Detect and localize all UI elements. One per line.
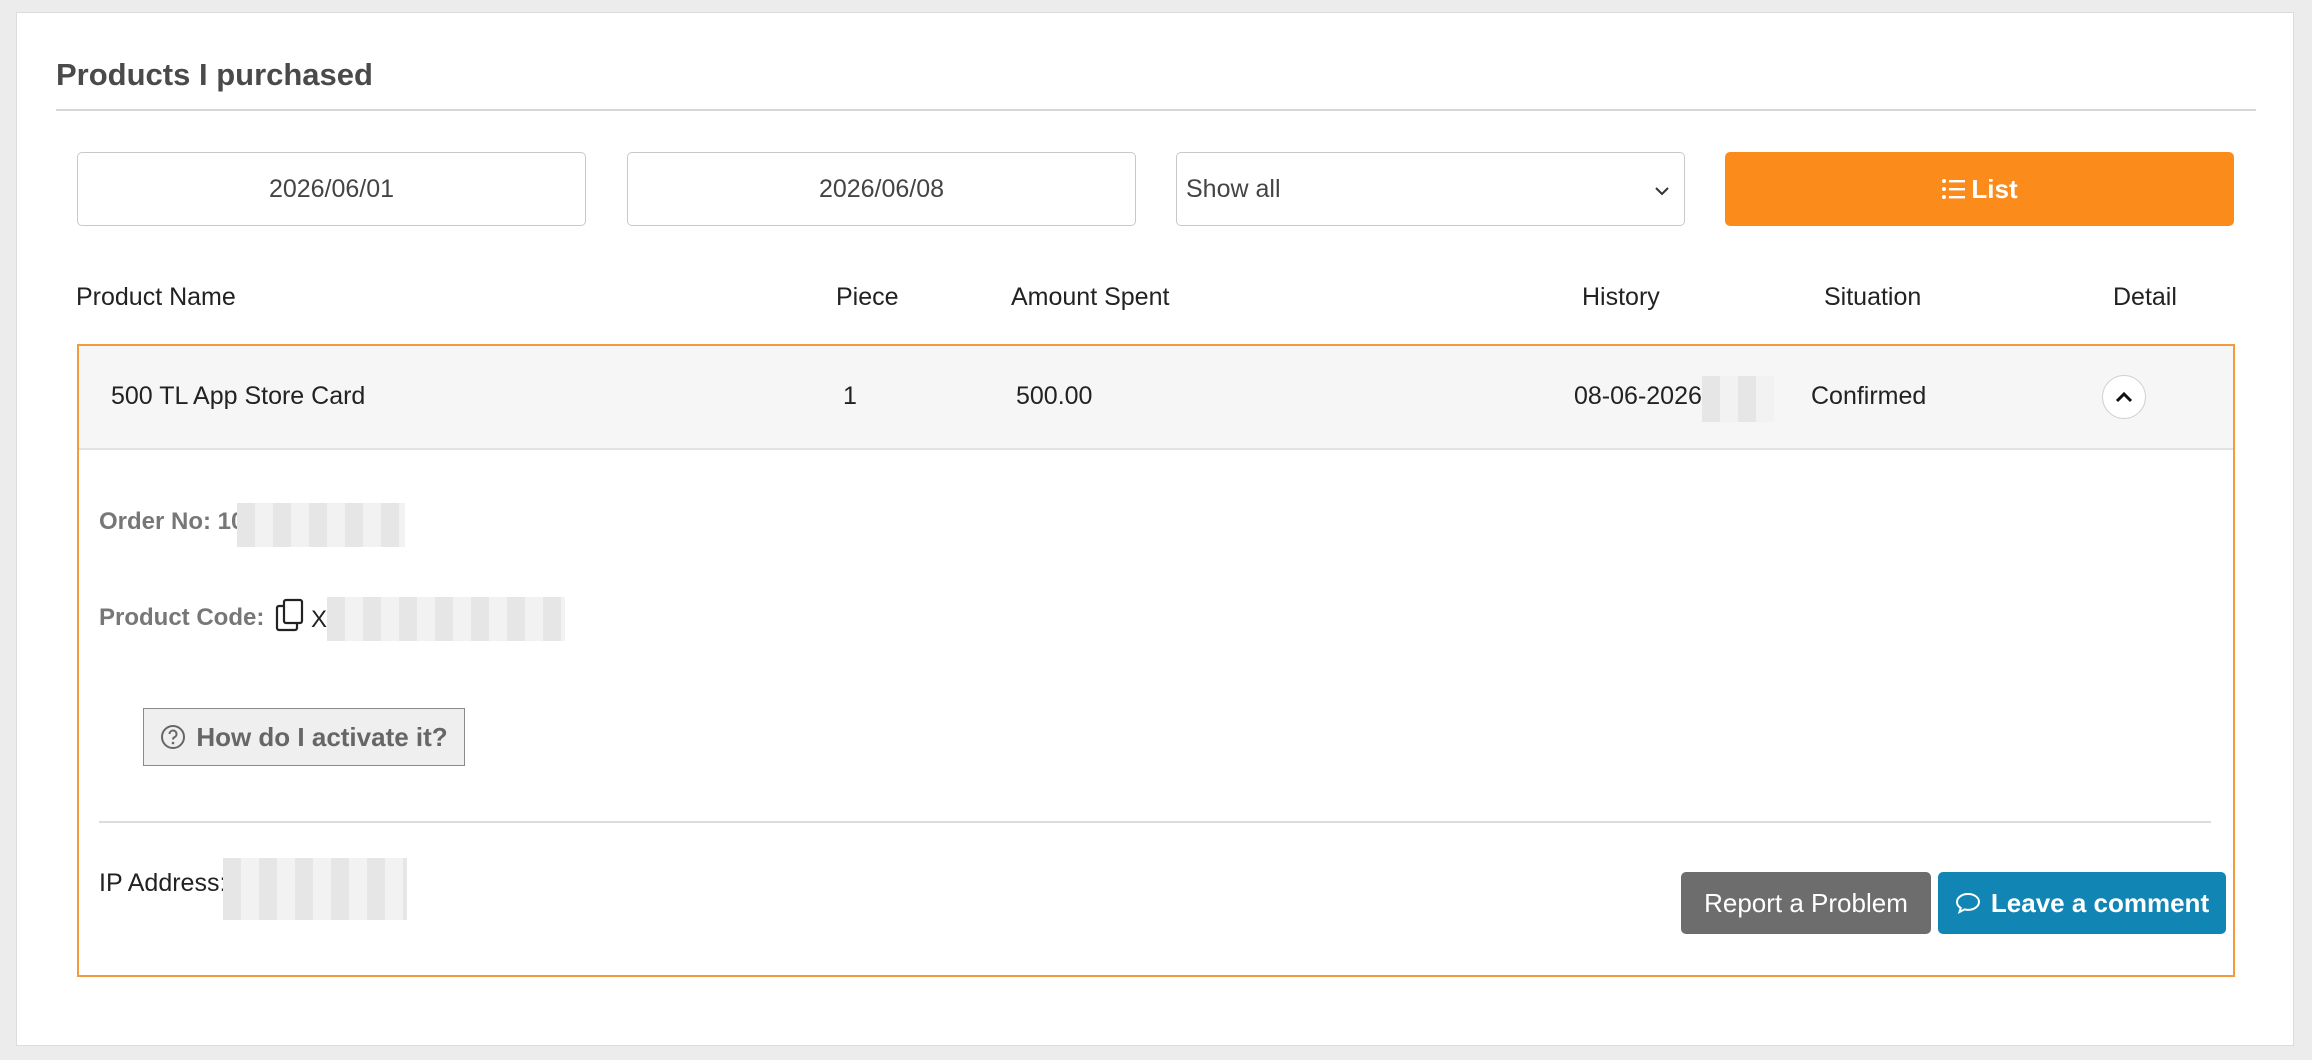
- how-to-activate-label: How do I activate it?: [196, 721, 448, 752]
- redacted-product-code: [327, 597, 565, 641]
- detail-toggle-button[interactable]: [2102, 375, 2146, 419]
- speech-bubble-icon: [1955, 891, 1991, 915]
- page-title: Products I purchased: [56, 57, 373, 92]
- row-situation: Confirmed: [1811, 382, 1927, 410]
- header-situation: Situation: [1824, 283, 1922, 311]
- start-date-input[interactable]: 2026/06/01: [77, 152, 586, 226]
- row-piece: 1: [843, 382, 857, 410]
- start-date-value: 2026/06/01: [268, 174, 395, 203]
- order-row-expanded: 500 TL App Store Card 1 500.00 08-06-202…: [77, 344, 2235, 977]
- copy-icon[interactable]: [275, 598, 305, 637]
- row-product-name: 500 TL App Store Card: [111, 382, 366, 410]
- header-history: History: [1582, 283, 1660, 311]
- header-product-name: Product Name: [76, 283, 236, 311]
- list-button[interactable]: List: [1725, 152, 2234, 226]
- report-problem-button[interactable]: Report a Problem: [1681, 872, 1931, 934]
- redacted-order-number: [237, 503, 405, 547]
- ip-address-label: IP Address:: [99, 869, 227, 897]
- redacted-ip-address: [223, 858, 407, 920]
- purchases-panel: Products I purchased 2026/06/01 2026/06/…: [16, 12, 2294, 1046]
- how-to-activate-button[interactable]: How do I activate it?: [143, 708, 465, 766]
- chevron-up-icon: [2115, 391, 2133, 403]
- question-circle-icon: [160, 724, 196, 750]
- title-divider: [56, 109, 2256, 111]
- header-detail: Detail: [2113, 283, 2177, 311]
- product-code-prefix: X: [311, 606, 328, 633]
- row-history: 08-06-2026: [1574, 382, 1702, 410]
- end-date-input[interactable]: 2026/06/08: [627, 152, 1136, 226]
- end-date-value: 2026/06/08: [818, 174, 945, 203]
- row-amount-spent: 500.00: [1016, 382, 1093, 410]
- detail-divider: [99, 821, 2211, 823]
- leave-comment-label: Leave a comment: [1990, 887, 2210, 918]
- header-piece: Piece: [836, 283, 899, 311]
- product-code-label: Product Code:: [99, 604, 265, 631]
- list-icon: [1941, 177, 1967, 201]
- table-row[interactable]: 500 TL App Store Card 1 500.00 08-06-202…: [79, 346, 2233, 450]
- status-select-value: Show all: [1186, 174, 1281, 203]
- leave-comment-button[interactable]: Leave a comment: [1938, 872, 2226, 934]
- status-select[interactable]: Show all: [1176, 152, 1685, 226]
- chevron-down-icon: [1654, 176, 1670, 202]
- order-number-label: Order No: 10: [99, 508, 245, 535]
- redacted-time: [1702, 376, 1774, 422]
- header-amount-spent: Amount Spent: [1011, 283, 1170, 311]
- report-problem-label: Report a Problem: [1704, 887, 1908, 918]
- list-button-label: List: [1971, 173, 2018, 204]
